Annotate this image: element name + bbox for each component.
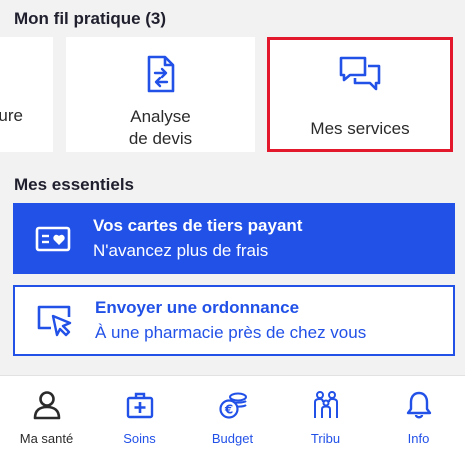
nav-item-budget[interactable]: € Budget xyxy=(193,376,273,446)
nav-label-info: Info xyxy=(407,431,430,446)
bell-icon xyxy=(404,390,434,425)
fil-pratique-title: Mon fil pratique (3) xyxy=(14,9,167,28)
svg-text:€: € xyxy=(223,403,232,417)
card-devis-label: Analyse de devis xyxy=(129,106,192,150)
nav-label-budget: Budget xyxy=(211,431,254,446)
nav-item-tribu[interactable]: Tribu xyxy=(286,376,366,446)
family-icon xyxy=(311,390,341,425)
card-devis-label-line1: Analyse xyxy=(130,107,191,126)
banner-cartes-subtitle: N'avancez plus de frais xyxy=(93,240,269,260)
screen-cursor-icon xyxy=(15,304,95,338)
bottom-nav: Ma santé Soins € Budget Tribu Info xyxy=(0,375,465,455)
nav-item-ma-sante[interactable]: Ma santé xyxy=(7,376,87,446)
nav-item-info[interactable]: Info xyxy=(379,376,459,446)
banner-ordo-subtitle: À une pharmacie près de chez vous xyxy=(95,322,367,342)
nav-label-soins: Soins xyxy=(123,431,156,446)
person-icon xyxy=(32,390,62,425)
card-services-label: Mes services xyxy=(310,119,410,138)
banner-ordo-title: Envoyer une ordonnance xyxy=(95,297,300,317)
banner-envoyer-ordonnance[interactable]: Envoyer une ordonnance À une pharmacie p… xyxy=(13,285,455,356)
card-partial[interactable]: ure xyxy=(0,37,53,152)
nav-label-ma-sante: Ma santé xyxy=(19,431,74,446)
euro-coins-icon: € xyxy=(218,390,248,425)
card-partial-label: ure xyxy=(0,106,23,125)
medical-kit-icon xyxy=(125,390,155,425)
card-mes-services[interactable]: Mes services xyxy=(267,37,453,152)
banner-cartes-tiers-payant[interactable]: Vos cartes de tiers payant N'avancez plu… xyxy=(13,203,455,274)
card-devis-label-line2: de devis xyxy=(128,129,193,148)
card-heart-icon xyxy=(13,226,93,252)
banner-cartes-title: Vos cartes de tiers payant xyxy=(93,215,303,235)
essentiels-title: Mes essentiels xyxy=(14,175,135,194)
document-exchange-icon xyxy=(144,55,178,98)
card-analyse-devis[interactable]: Analyse de devis xyxy=(66,37,255,152)
chat-bubbles-icon xyxy=(338,55,382,98)
nav-item-soins[interactable]: Soins xyxy=(100,376,180,446)
nav-label-tribu: Tribu xyxy=(310,431,341,446)
